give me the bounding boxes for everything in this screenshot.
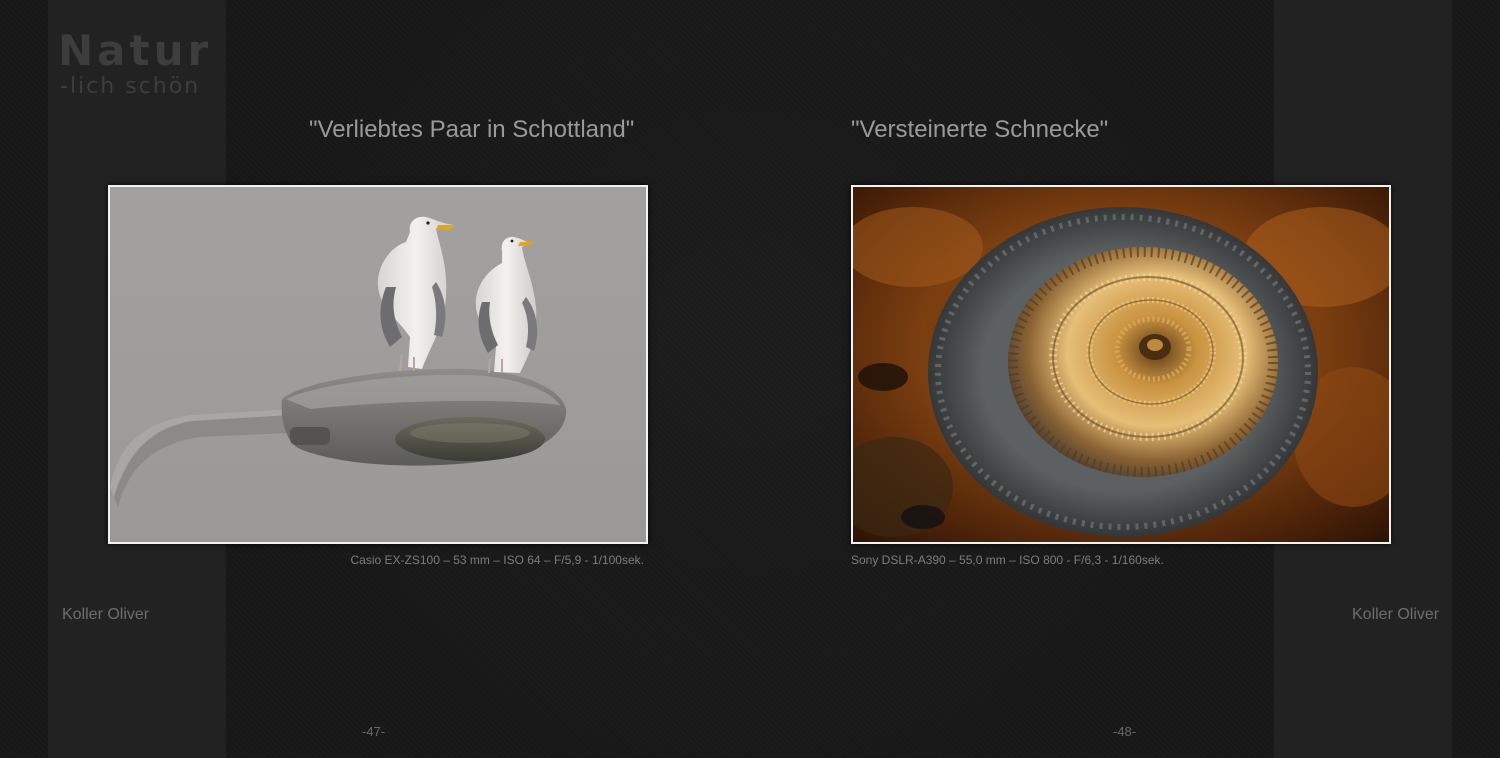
photo-seagulls[interactable]	[108, 185, 648, 544]
author-right: Koller Oliver	[1352, 606, 1440, 623]
page-number-right: -48-	[1113, 724, 1137, 739]
ammonite-fossil-image	[853, 187, 1389, 542]
logo-main-text: Natur	[58, 26, 213, 75]
author-left: Koller Oliver	[62, 606, 150, 623]
page-number-left: -47-	[362, 724, 386, 739]
logo-sub-text: -lich schön	[60, 74, 201, 99]
seagulls-on-streetlamp-image	[110, 187, 646, 542]
photo-title-left: "Verliebtes Paar in Schottland"	[309, 116, 635, 143]
caption-left: Casio EX-ZS100 – 53 mm – ISO 64 – F/5,9 …	[350, 553, 644, 567]
photo-title-right: "Versteinerte Schnecke"	[851, 116, 1109, 143]
photo-ammonite[interactable]	[851, 185, 1391, 544]
book-logo: Natur -lich schön	[58, 28, 212, 100]
caption-right: Sony DSLR-A390 – 55,0 mm – ISO 800 - F/6…	[851, 553, 1164, 567]
